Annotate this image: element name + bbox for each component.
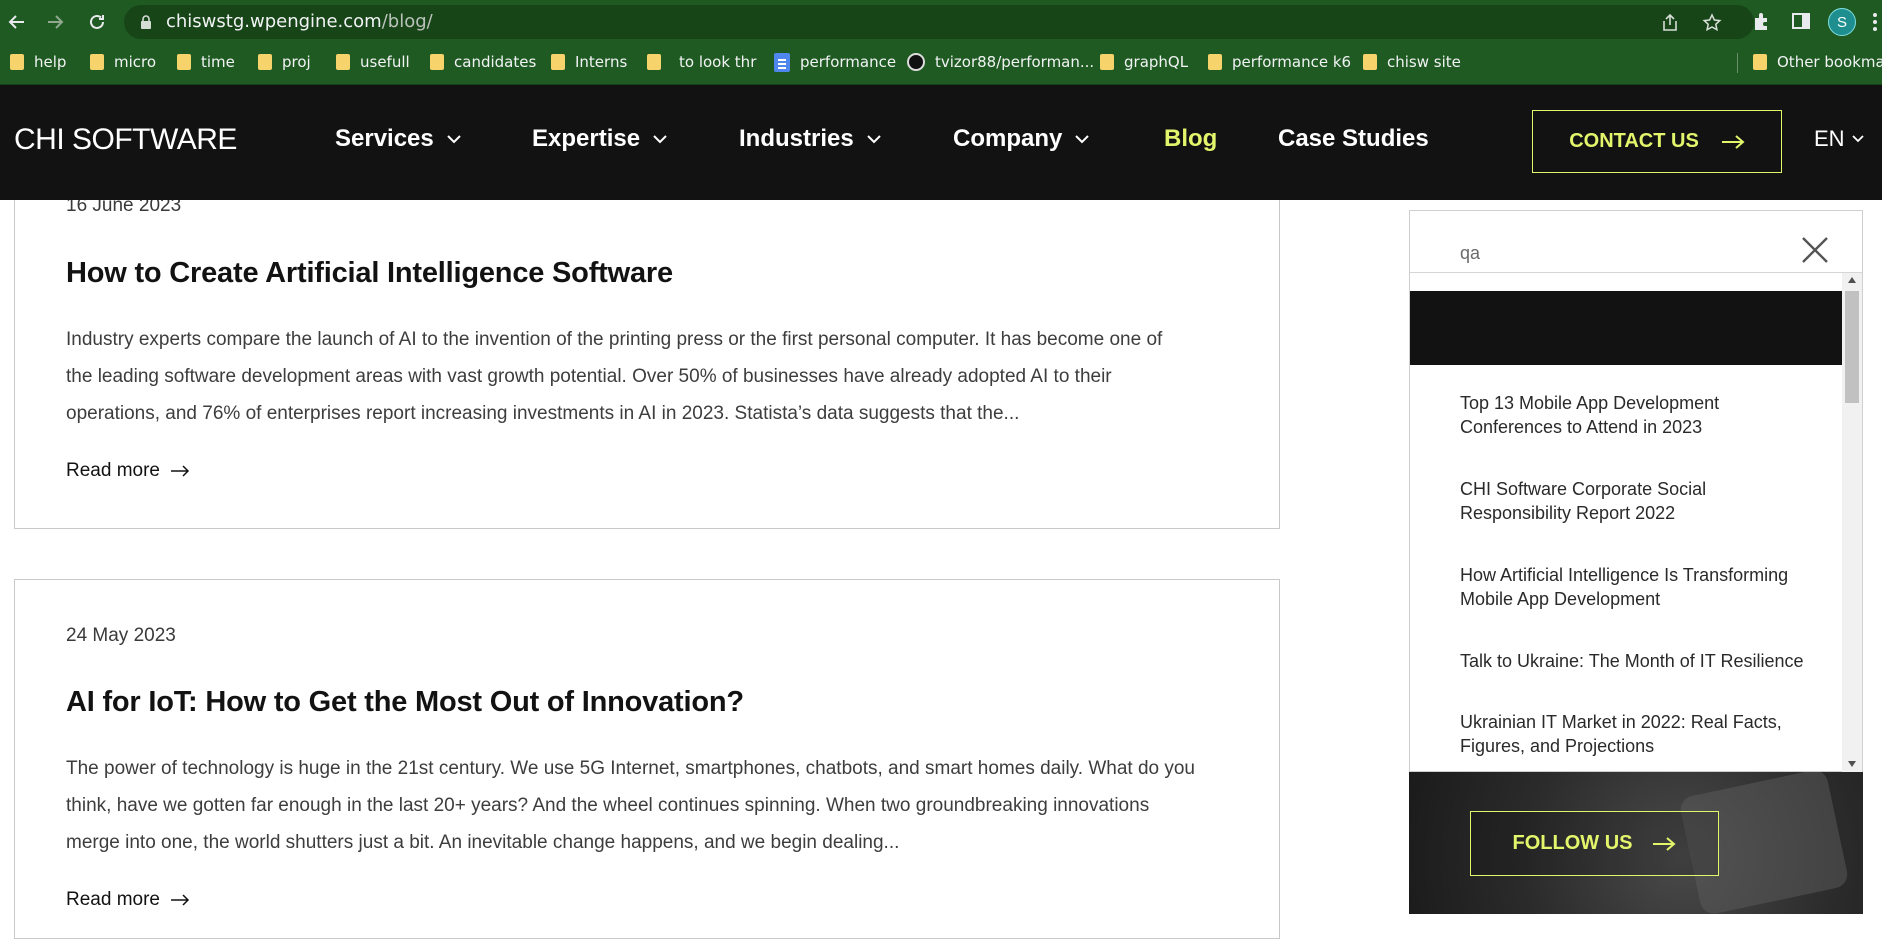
folder-icon: [551, 54, 565, 70]
arrow-right-icon: [1653, 836, 1677, 851]
search-result-item[interactable]: Ukrainian IT Market in 2022: Real Facts,…: [1460, 710, 1830, 758]
bookmark-candidates[interactable]: candidates: [430, 43, 536, 81]
search-result-item[interactable]: Top 13 Mobile App Development Conference…: [1460, 391, 1830, 439]
chevron-down-icon: [1075, 135, 1090, 144]
forward-icon[interactable]: [41, 8, 69, 36]
chevron-down-icon: [866, 135, 881, 144]
bookmark-time[interactable]: time: [177, 43, 235, 81]
folder-icon: [430, 54, 444, 70]
bookmark-micro[interactable]: micro: [90, 43, 156, 81]
language-selector[interactable]: EN: [1814, 126, 1865, 152]
post-title[interactable]: AI for IoT: How to Get the Most Out of I…: [66, 686, 744, 719]
scrollbar-thumb[interactable]: [1845, 291, 1859, 403]
results-header-banner: [1410, 291, 1842, 365]
read-more-link[interactable]: Read more: [66, 889, 190, 911]
results-scrollbar[interactable]: [1842, 273, 1862, 773]
url-text: chiswstg.wpengine.com/blog/: [166, 11, 433, 32]
arrow-right-icon: [171, 894, 190, 906]
extensions-icon[interactable]: [1751, 10, 1773, 32]
reload-icon[interactable]: [83, 8, 111, 36]
arrow-right-icon: [1721, 134, 1745, 149]
folder-icon: [258, 54, 272, 70]
blog-post-card: 16 June 2023 How to Create Artificial In…: [14, 160, 1280, 529]
read-more-link[interactable]: Read more: [66, 460, 190, 482]
bookmark-tvizor88[interactable]: tvizor88/performan...: [907, 43, 1094, 81]
side-panel-icon[interactable]: [1790, 10, 1812, 32]
bookmark-to-look-thr[interactable]: to look thr: [647, 43, 756, 81]
post-title[interactable]: How to Create Artificial Intelligence So…: [66, 257, 673, 290]
folder-icon: [1100, 54, 1114, 70]
chevron-down-icon: [653, 135, 667, 144]
google-docs-icon: [774, 52, 790, 72]
site-header: CHI SOFTWARE Services Expertise Industri…: [0, 85, 1882, 200]
folder-icon: [1363, 54, 1377, 70]
close-icon: [1802, 237, 1828, 263]
search-result-item[interactable]: Talk to Ukraine: The Month of IT Resilie…: [1460, 649, 1830, 673]
post-excerpt: The power of technology is huge in the 2…: [66, 758, 1195, 853]
nav-expertise[interactable]: Expertise: [532, 125, 668, 153]
address-bar[interactable]: chiswstg.wpengine.com/blog/: [124, 5, 1754, 39]
bookmark-help[interactable]: help: [10, 43, 66, 81]
nav-company[interactable]: Company: [953, 125, 1090, 153]
share-icon[interactable]: [1660, 13, 1680, 33]
search-result-item[interactable]: How Artificial Intelligence Is Transform…: [1460, 563, 1830, 611]
arrow-right-icon: [171, 465, 190, 477]
blog-search-panel: Top 13 Mobile App Development Conference…: [1409, 210, 1863, 773]
search-result-item[interactable]: CHI Software Corporate Social Responsibi…: [1460, 477, 1830, 525]
github-icon: [907, 53, 925, 71]
post-date: 24 May 2023: [66, 625, 176, 646]
bookmarks-divider: [1737, 53, 1738, 73]
folder-icon: [336, 54, 350, 70]
follow-us-banner: FOLLOW US: [1409, 772, 1863, 914]
contact-us-button[interactable]: CONTACT US: [1532, 110, 1782, 173]
chevron-down-icon: [1851, 135, 1864, 143]
site-logo[interactable]: CHI SOFTWARE: [14, 123, 237, 157]
clear-search-button[interactable]: [1790, 225, 1840, 275]
follow-us-button[interactable]: FOLLOW US: [1470, 811, 1719, 876]
post-excerpt: Industry experts compare the launch of A…: [66, 329, 1163, 424]
bookmark-proj[interactable]: proj: [258, 43, 311, 81]
bookmark-performance-k6[interactable]: performance k6: [1208, 43, 1351, 81]
folder-icon: [10, 54, 24, 70]
bookmark-usefull[interactable]: usefull: [336, 43, 410, 81]
folder-icon: [90, 54, 104, 70]
folder-icon: [1208, 54, 1222, 70]
bookmark-performance[interactable]: performance: [774, 43, 896, 81]
browser-toolbar: chiswstg.wpengine.com/blog/ S: [0, 0, 1882, 43]
bookmark-star-icon[interactable]: [1702, 13, 1722, 33]
bookmark-graphql[interactable]: graphQL: [1100, 43, 1188, 81]
folder-icon: [1753, 54, 1767, 70]
search-results-dropdown: Top 13 Mobile App Development Conference…: [1410, 273, 1842, 773]
search-input[interactable]: [1460, 231, 1760, 275]
nav-industries[interactable]: Industries: [739, 125, 882, 153]
bookmark-chisw-site[interactable]: chisw site: [1363, 43, 1461, 81]
nav-services[interactable]: Services: [335, 125, 462, 153]
bookmark-interns[interactable]: Interns: [551, 43, 627, 81]
profile-avatar[interactable]: S: [1828, 8, 1856, 36]
nav-case-studies[interactable]: Case Studies: [1278, 125, 1429, 153]
nav-blog[interactable]: Blog: [1164, 125, 1217, 153]
bookmarks-bar: help micro time proj usefull candidates …: [0, 43, 1882, 85]
scroll-down-arrow-icon[interactable]: [1848, 761, 1856, 767]
scroll-up-arrow-icon[interactable]: [1848, 277, 1856, 283]
blog-post-card: 24 May 2023 AI for IoT: How to Get the M…: [14, 579, 1280, 939]
back-icon[interactable]: [3, 8, 31, 36]
folder-icon: [177, 54, 191, 70]
folder-icon: [647, 54, 661, 70]
lock-icon: [141, 15, 151, 29]
chrome-menu-icon[interactable]: [1868, 10, 1882, 34]
other-bookmarks[interactable]: Other bookmarks: [1753, 43, 1882, 81]
chevron-down-icon: [447, 135, 461, 144]
